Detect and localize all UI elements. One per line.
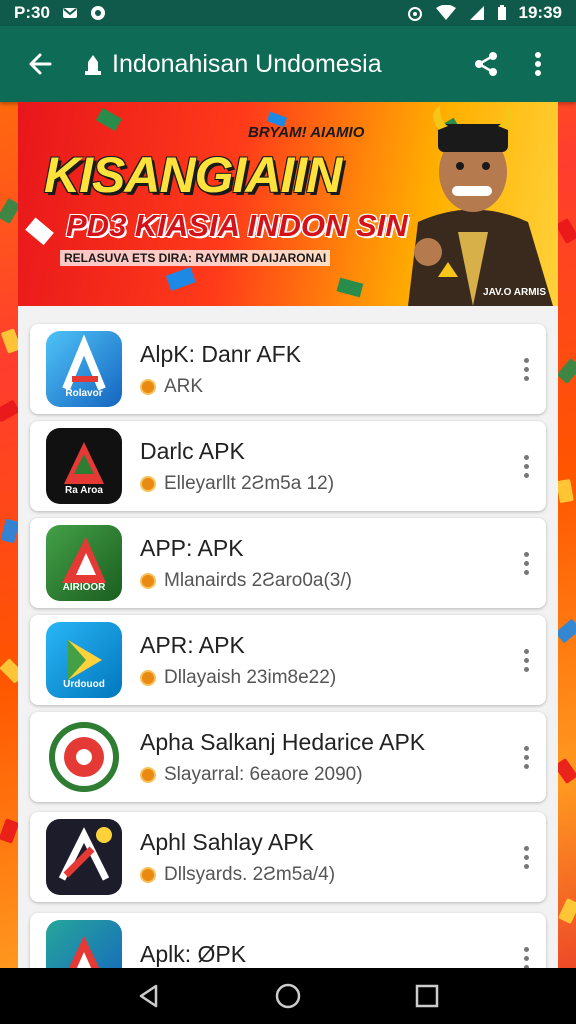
list-item[interactable]: Aphl Sahlay APK Dllsyards. 2Ƨm5a/4) [30, 812, 546, 902]
app-meta: Slayarral: 6eaore 2090) [164, 763, 363, 785]
app-bar: Indonahisan Undomesia [0, 26, 576, 102]
nav-back-button[interactable] [125, 972, 173, 1020]
item-menu-button[interactable] [506, 339, 546, 399]
app-name: Apha Salkanj Hedarice APK [140, 728, 426, 755]
list-item[interactable]: Rolavor AlpK: Danr AFK ARK [30, 324, 546, 414]
app-name: AlpK: Danr AFK [140, 340, 302, 367]
list-item[interactable]: Aplk: ØPK [30, 913, 546, 968]
coin-icon [140, 378, 156, 395]
nav-home-button[interactable] [264, 972, 312, 1020]
app-list: Rolavor AlpK: Danr AFK ARK Ra Aroa Darlc… [18, 306, 558, 968]
signal-icon [469, 6, 484, 20]
coin-icon [140, 572, 156, 589]
coin-icon [140, 475, 156, 492]
coin-icon [140, 766, 156, 783]
square-recents-icon [415, 984, 438, 1008]
item-menu-button[interactable] [506, 928, 546, 968]
app-meta: Dllsyards. 2Ƨm5a/4) [164, 863, 336, 885]
nav-recents-button[interactable] [403, 972, 451, 1020]
app-name: Darlc APK [140, 437, 245, 464]
banner-person-illustration [408, 106, 553, 306]
item-menu-button[interactable] [506, 630, 546, 690]
arrow-back-icon [29, 53, 52, 75]
alarm-icon [407, 7, 422, 21]
page-title: Indonahisan Undomesia [112, 49, 382, 78]
circle-home-icon [275, 983, 301, 1009]
list-item[interactable]: Apha Salkanj Hedarice APK Slayarral: 6ea… [30, 712, 546, 802]
banner-subheadline: PD3 KIASIA INDON SIN [66, 208, 408, 243]
apk-a-blue-icon: Rolavor [46, 331, 122, 407]
banner-top-text: BRYAM! AIAMIO [248, 124, 365, 141]
status-bar: P:30 19:39 [0, 0, 576, 26]
app-meta: Dllayaish 23im8e22) [164, 666, 337, 688]
system-nav-bar [0, 968, 576, 1024]
promo-banner[interactable]: BRYAM! AIAMIO KISANGIAIIN PD3 KIASIA IND… [18, 102, 558, 306]
status-time-right: 19:39 [518, 3, 562, 22]
overflow-menu-button[interactable] [512, 38, 564, 90]
notification-icon [90, 6, 105, 20]
battery-icon [497, 5, 506, 20]
app-name: Aplk: ØPK [140, 940, 247, 967]
banner-caption: JAV.O ARMIS [483, 287, 546, 298]
share-button[interactable] [460, 38, 512, 90]
item-menu-button[interactable] [506, 827, 546, 887]
coin-icon [140, 866, 156, 883]
triangle-back-icon [140, 984, 158, 1008]
status-time-left: P:30 [14, 3, 50, 22]
app-logo-icon [85, 55, 101, 75]
app-meta: Mlanairds 2Ƨaro0a(3/) [164, 569, 352, 591]
app-meta: Elleyarllt 2Ƨm5a 12) [164, 472, 335, 494]
banner-headline: KISANGIAIIN [44, 147, 342, 203]
item-menu-button[interactable] [506, 436, 546, 496]
app-name: APR: APK [140, 631, 245, 658]
list-item[interactable]: Ra Aroa Darlc APK Elleyarllt 2Ƨm5a 12) [30, 421, 546, 511]
apk-a-black-icon: Ra Aroa [46, 428, 122, 504]
app-meta: ARK [164, 375, 204, 397]
banner-tagline: RELASUVA ETS DIRA: RAYMMR DAIJARONAI [60, 250, 331, 266]
apk-round-badge-icon [46, 719, 122, 795]
apk-a-dark-icon [46, 819, 122, 895]
list-item[interactable]: AIRIOOR APP: APK Mlanairds 2Ƨaro0a(3/) [30, 518, 546, 608]
app-name: Aphl Sahlay APK [140, 828, 314, 855]
item-menu-button[interactable] [506, 727, 546, 787]
apk-a-green-icon: AIRIOOR [46, 525, 122, 601]
apk-play-blue-icon: Urdouod [46, 622, 122, 698]
share-icon [475, 52, 497, 76]
title-wrap: Indonahisan Undomesia [68, 50, 460, 79]
item-menu-button[interactable] [506, 533, 546, 593]
list-item[interactable]: Urdouod APR: APK Dllayaish 23im8e22) [30, 615, 546, 705]
wifi-icon [435, 5, 456, 20]
mail-icon [62, 8, 77, 18]
more-vert-icon [535, 52, 541, 76]
coin-icon [140, 669, 156, 686]
apk-a-teal-icon [46, 920, 122, 968]
app-name: APP: APK [140, 534, 244, 561]
back-button[interactable] [12, 36, 68, 92]
